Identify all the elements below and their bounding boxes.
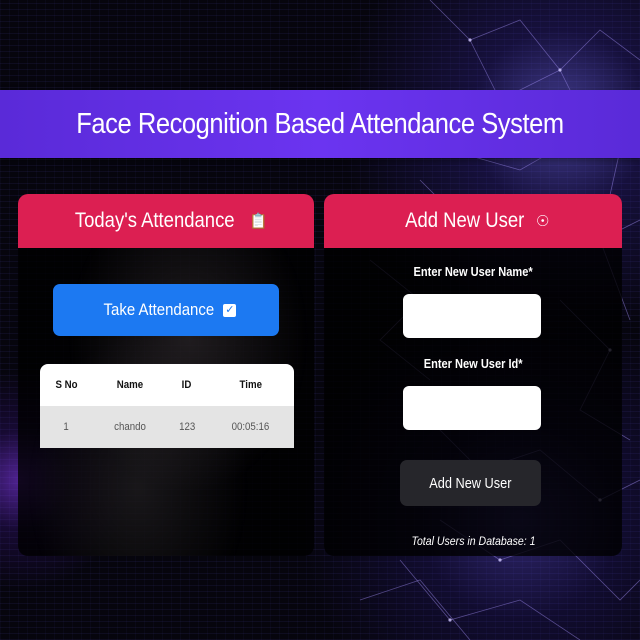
- add-user-panel-header: Add New User ☉: [324, 194, 622, 248]
- cell-id: 123: [166, 406, 207, 448]
- table-header-row: S No Name ID Time: [40, 364, 294, 406]
- user-id-input[interactable]: [403, 386, 541, 430]
- clipboard-icon: 📋: [249, 213, 269, 230]
- user-id-label: Enter New User Id*: [423, 356, 523, 371]
- attendance-heading: Today's Attendance: [74, 209, 235, 232]
- take-attendance-label: Take Attendance: [103, 300, 214, 319]
- take-attendance-button[interactable]: Take Attendance ✓: [53, 284, 279, 336]
- attendance-panel-header: Today's Attendance 📋: [18, 194, 314, 248]
- column-header-name: Name: [116, 379, 144, 391]
- check-square-icon: ✓: [223, 303, 237, 317]
- column-header-sno: S No: [55, 379, 78, 391]
- table-row: 1 chando 123 00:05:16: [40, 406, 294, 448]
- add-user-icon: ☉: [535, 213, 550, 230]
- attendance-panel: Today's Attendance 📋 Take Attendance ✓ S…: [18, 194, 314, 556]
- add-new-user-label: Add New User: [429, 474, 512, 492]
- column-header-id: ID: [181, 379, 192, 391]
- cell-name: chando: [92, 406, 167, 448]
- total-users-text: Total Users in Database: 1: [410, 534, 536, 548]
- attendance-table: S No Name ID Time 1 chando 123 00:05:16: [40, 364, 294, 448]
- add-user-heading: Add New User: [404, 209, 524, 232]
- add-user-panel: Add New User ☉ Enter New User Name* Ente…: [324, 194, 622, 556]
- app-header: Face Recognition Based Attendance System: [0, 90, 640, 158]
- add-new-user-button[interactable]: Add New User: [400, 460, 541, 506]
- cell-sno: 1: [40, 406, 93, 448]
- cell-time: 00:05:16: [206, 406, 294, 448]
- user-name-label: Enter New User Name*: [413, 264, 533, 279]
- page-title: Face Recognition Based Attendance System: [76, 107, 564, 140]
- user-name-input[interactable]: [403, 294, 541, 338]
- column-header-time: Time: [239, 379, 262, 391]
